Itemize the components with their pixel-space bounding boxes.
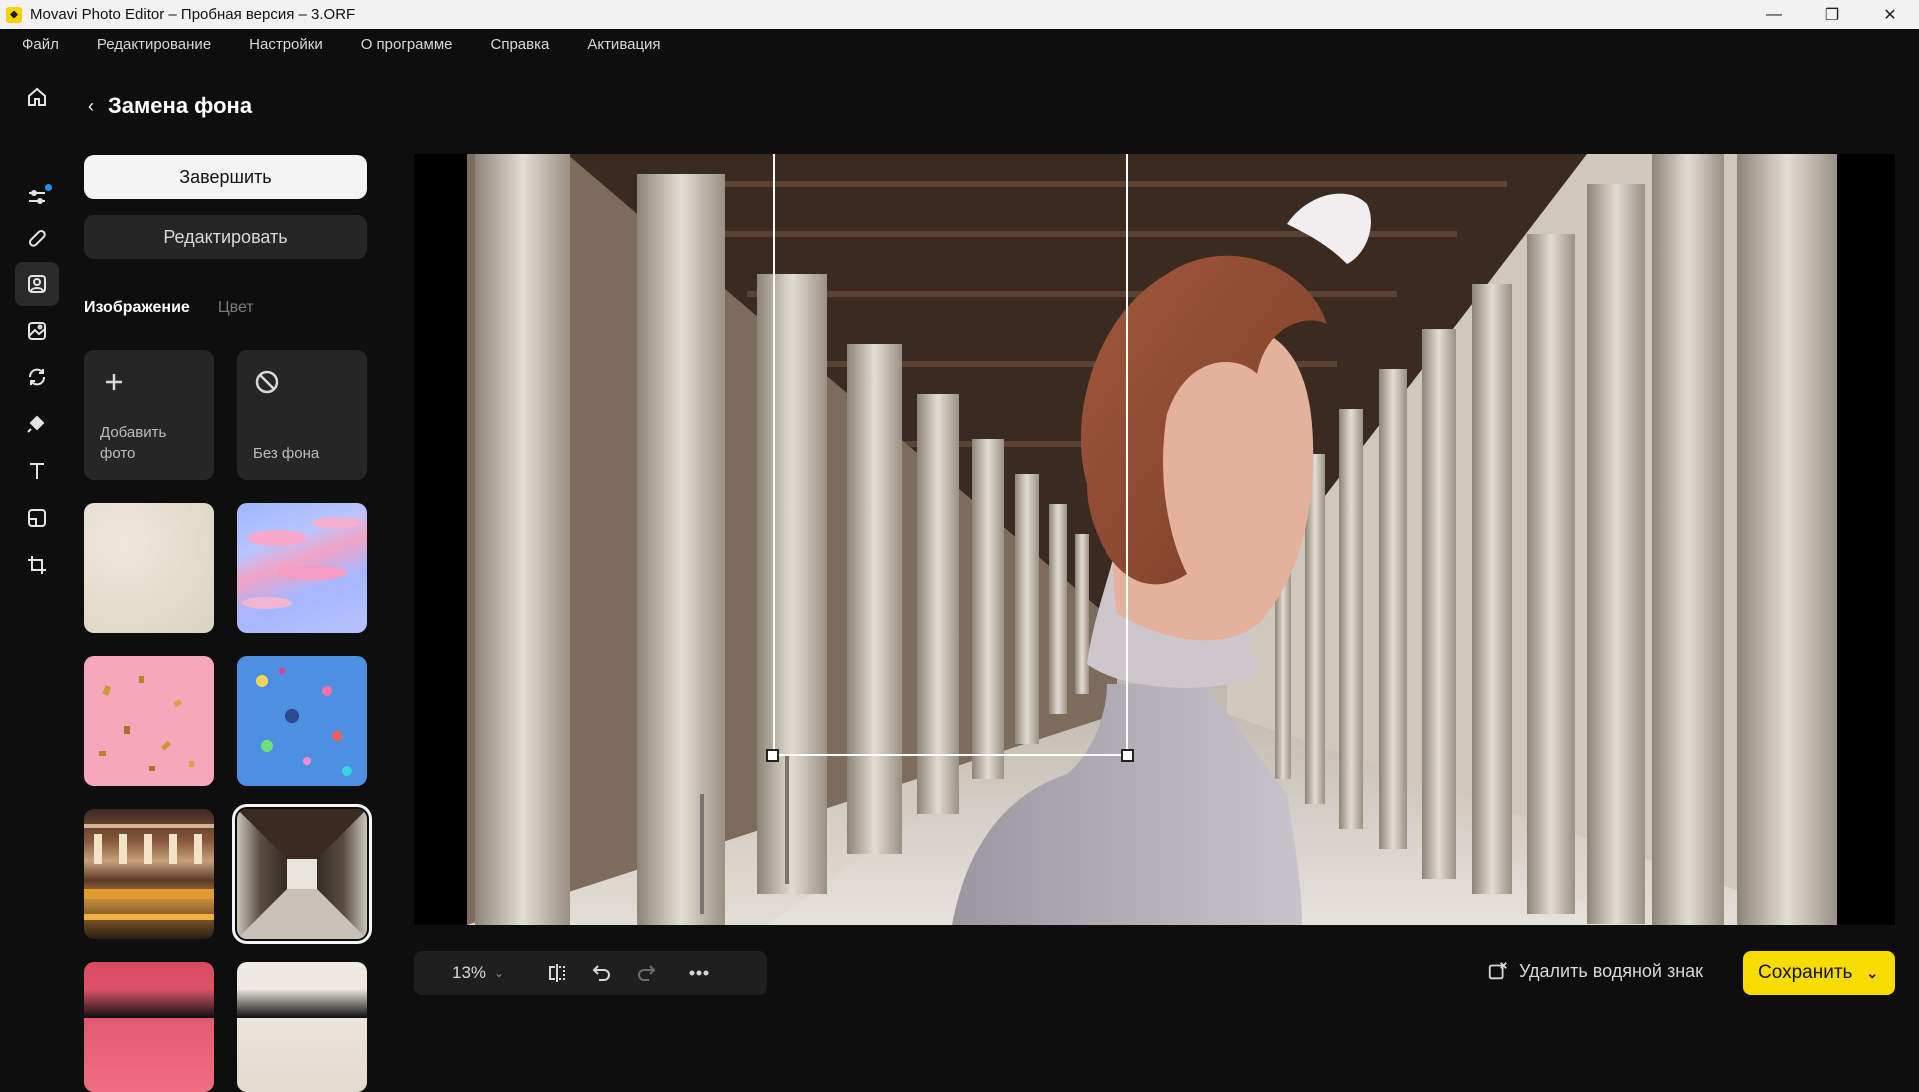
background-tile-cream[interactable] [237,962,367,1092]
prohibited-icon [255,370,279,394]
zoom-level[interactable]: 13% [452,963,486,983]
colonnade-scene-graphic [467,154,1837,925]
text-icon [30,463,44,479]
undo-icon [592,965,610,981]
subject-selection-box[interactable] [773,154,1128,756]
panel-title: Замена фона [108,93,253,118]
more-icon [689,970,709,976]
menu-about[interactable]: О программе [361,36,453,53]
retouch-icon [28,229,46,247]
objects-button[interactable] [15,402,59,446]
background-tile-blue-confetti[interactable] [237,656,367,786]
background-panel: ‹ Замена фона Завершить Редактировать Из… [84,59,374,1092]
window-title: Movavi Photo Editor – Пробная версия – 3… [30,6,356,23]
colonnade-thumb-graphic [237,809,367,939]
more-button[interactable] [687,961,711,985]
save-label: Сохранить [1758,962,1853,983]
background-tile-sand[interactable] [84,503,214,633]
menu-help[interactable]: Справка [490,36,549,53]
resize-handle-bottom-right[interactable] [1121,749,1134,762]
gold-confetti-graphic [99,676,194,771]
redo-icon [638,965,656,981]
menu-bar: Файл Редактирование Настройки О программ… [0,29,1919,59]
menu-file[interactable]: Файл [22,36,59,53]
title-bar: Movavi Photo Editor – Пробная версия – 3… [0,0,1919,29]
compare-icon [549,964,565,982]
menu-activation[interactable]: Активация [587,36,660,53]
save-chevron-down-icon[interactable]: ⌄ [1866,965,1878,982]
remove-watermark-button[interactable]: Удалить водяной знак [1487,960,1703,982]
panel-scroll-fade [84,989,367,1018]
adjust-button[interactable] [15,175,59,219]
enhance-icon [28,322,46,340]
background-tile-red[interactable] [84,962,214,1092]
add-photo-tile[interactable]: Добавить фото [84,350,214,480]
crop-icon [28,556,46,574]
save-button[interactable]: Сохранить ⌄ [1743,951,1895,995]
zoom-toolbar: 13% ⌄ [414,951,767,995]
undo-button[interactable] [590,961,614,985]
remove-watermark-label: Удалить водяной знак [1519,960,1704,981]
no-background-tile[interactable]: Без фона [237,350,367,480]
party-confetti-graphic [256,668,352,776]
app-logo-icon [6,6,22,23]
clouds-graphic [242,517,362,609]
finish-button[interactable]: Завершить [84,155,367,199]
plus-icon [106,374,122,390]
background-tile-pink-confetti[interactable] [84,656,214,786]
text-button[interactable] [15,449,59,493]
building-graphic [84,824,214,920]
menu-edit[interactable]: Редактирование [97,36,211,53]
editor-canvas[interactable] [414,154,1895,925]
add-photo-label: Добавить фото [100,424,167,462]
enhance-button[interactable] [15,309,59,353]
background-icon [28,275,46,293]
minimize-button[interactable]: — [1745,0,1803,29]
edit-button[interactable]: Редактировать [84,215,367,259]
zoom-chevron-down-icon[interactable]: ⌄ [494,966,504,980]
remove-watermark-icon [1488,962,1507,980]
close-button[interactable]: ✕ [1861,0,1919,29]
retouch-button[interactable] [15,216,59,260]
frames-icon [28,509,46,527]
crop-button[interactable] [15,543,59,587]
tab-color[interactable]: Цвет [218,299,254,317]
resize-handle-bottom-left[interactable] [766,749,779,762]
notification-dot [45,184,52,191]
redo-button[interactable] [634,961,658,985]
composited-photo [467,154,1837,925]
no-background-label: Без фона [253,445,320,462]
home-button[interactable] [15,75,59,119]
transform-button[interactable] [15,355,59,399]
back-button[interactable]: ‹ [88,96,94,117]
menu-settings[interactable]: Настройки [249,36,323,53]
objects-icon [27,415,45,433]
background-tile-colonnade[interactable] [232,804,372,944]
background-button[interactable] [15,262,59,306]
compare-button[interactable] [545,961,569,985]
maximize-button[interactable]: ❐ [1803,0,1861,29]
background-tile-sky[interactable] [237,503,367,633]
tool-rail [0,59,75,1018]
background-tile-building[interactable] [84,809,214,939]
tab-image[interactable]: Изображение [84,299,190,317]
home-icon [28,87,46,106]
transform-icon [29,368,45,386]
frames-button[interactable] [15,496,59,540]
